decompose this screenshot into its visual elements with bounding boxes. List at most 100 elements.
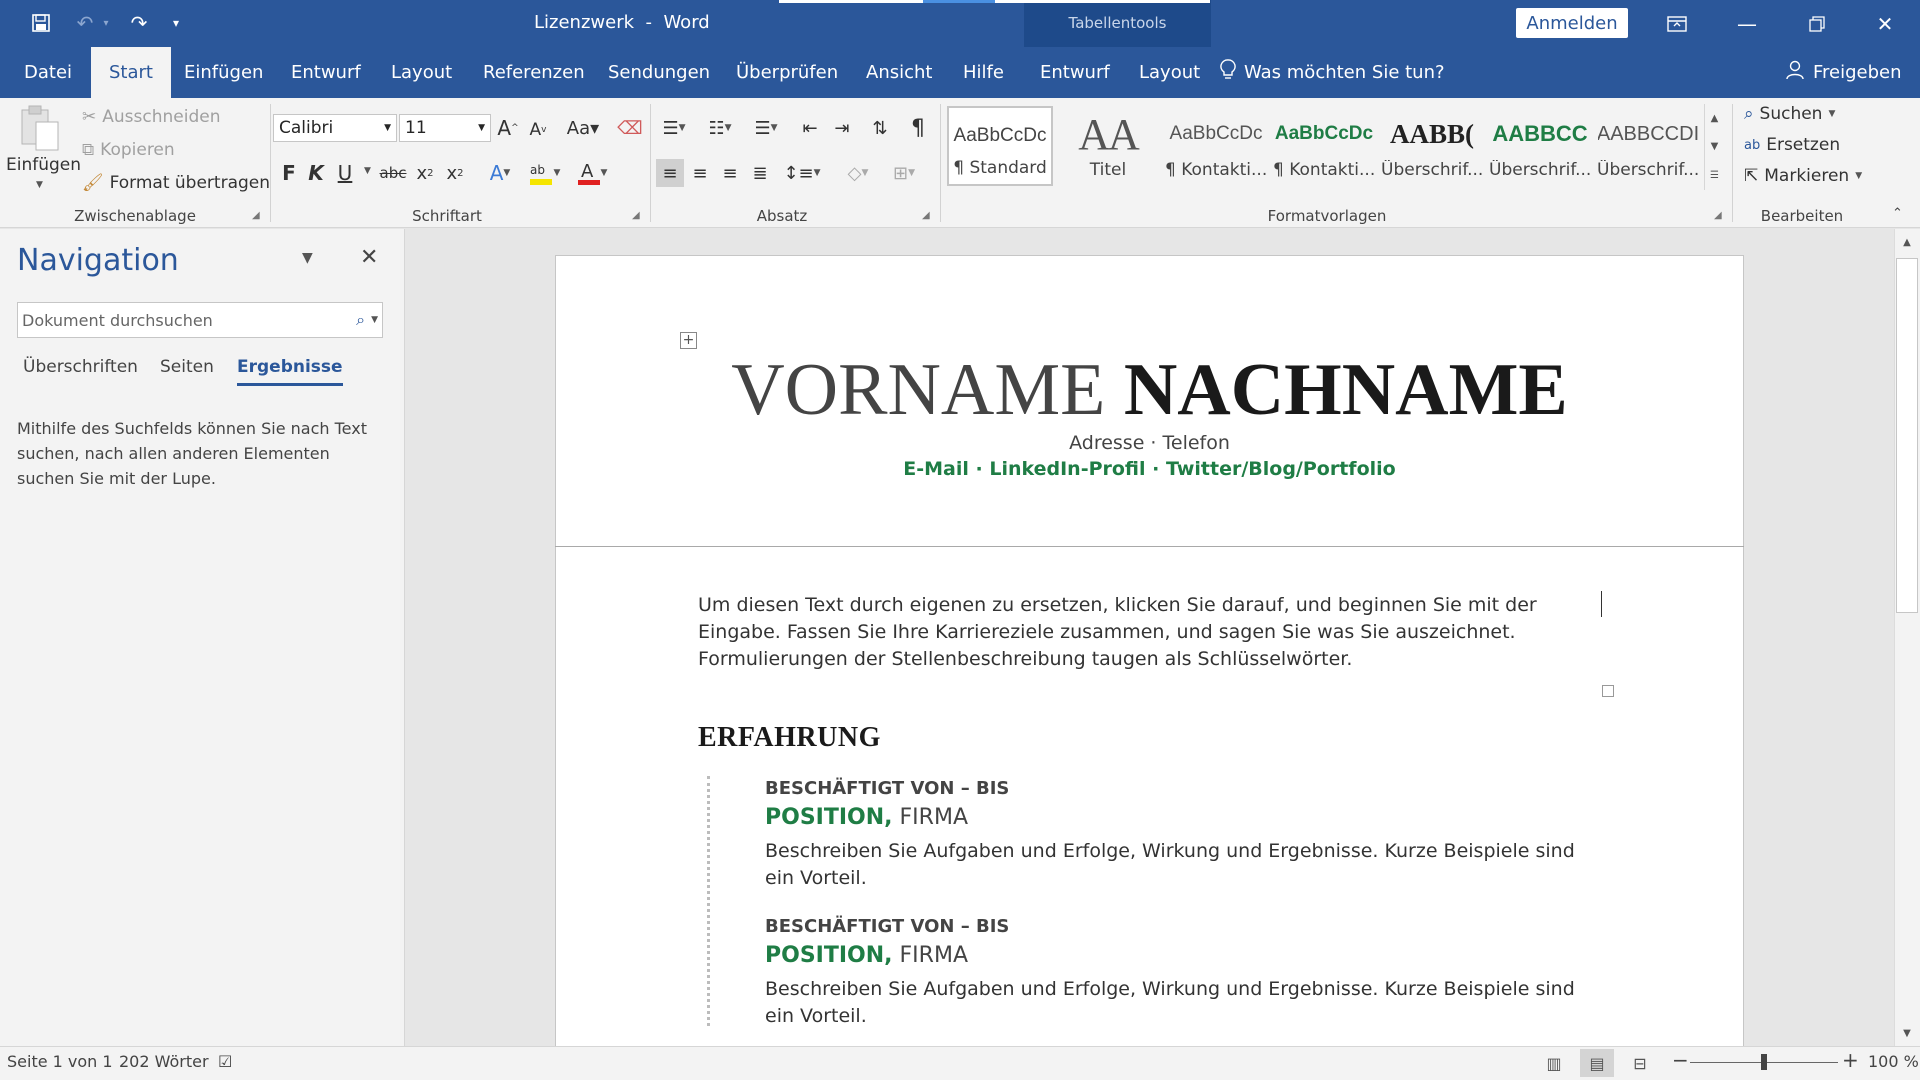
underline-button[interactable]: U — [334, 159, 356, 187]
tab-start[interactable]: Start — [91, 47, 171, 98]
bullets-icon[interactable]: ☰ ▼ — [656, 114, 692, 142]
job-dates[interactable]: BESCHÄFTIGT VON – BIS — [765, 778, 1009, 799]
tab-sendungen[interactable]: Sendungen — [594, 47, 724, 98]
borders-icon[interactable]: ⊞ ▼ — [884, 159, 924, 187]
paste-icon[interactable] — [14, 104, 66, 154]
job-position-title[interactable]: POSITION, — [765, 943, 893, 968]
job-position-title[interactable]: POSITION, — [765, 805, 893, 830]
superscript-icon[interactable]: x2 — [442, 159, 468, 187]
align-left-icon[interactable]: ≡ — [656, 159, 684, 187]
word-count[interactable]: 202 Wörter — [119, 1052, 209, 1071]
highlight-icon[interactable]: ab ▼ — [522, 159, 566, 187]
contact-address-phone[interactable]: Adresse · Telefon — [555, 432, 1744, 454]
grow-font-icon[interactable]: A ^ — [496, 114, 520, 142]
bold-button[interactable]: F — [278, 159, 300, 187]
tab-hilfe[interactable]: Hilfe — [949, 47, 1018, 98]
sign-in-button[interactable]: Anmelden — [1516, 8, 1628, 38]
navigation-options-icon[interactable]: ▼ — [302, 250, 313, 266]
multilevel-list-icon[interactable]: ☰ ▼ — [748, 114, 784, 142]
style-kontakt-1[interactable]: AaBbCcDc ¶ Kontakti... — [1163, 106, 1269, 186]
web-layout-icon[interactable]: ⊟ — [1623, 1049, 1657, 1077]
copy-button[interactable]: ⧉ Kopieren — [82, 140, 175, 160]
style-standard[interactable]: AaBbCcDc ¶ Standard — [947, 106, 1053, 186]
job-company[interactable]: FIRMA — [900, 805, 968, 830]
nav-tab-pages[interactable]: Seiten — [160, 357, 214, 383]
contact-email-links[interactable]: E-Mail · LinkedIn-Profil · Twitter/Blog/… — [555, 458, 1744, 480]
replace-button[interactable]: ab Ersetzen — [1744, 135, 1840, 155]
zoom-slider-thumb[interactable] — [1761, 1054, 1767, 1070]
style-ueberschrift-2[interactable]: AABBCC Überschrif... — [1487, 106, 1593, 186]
zoom-level[interactable]: 100 % — [1868, 1052, 1919, 1071]
style-titel[interactable]: AA Titel — [1055, 106, 1161, 186]
restore-icon[interactable] — [1784, 0, 1850, 47]
format-painter-button[interactable]: 🖌 Format übertragen — [82, 173, 270, 193]
paragraph-launcher-icon[interactable]: ◢ — [922, 210, 930, 221]
summary-paragraph[interactable]: Um diesen Text durch eigenen zu ersetzen… — [698, 592, 1568, 673]
align-center-icon[interactable]: ≡ — [686, 159, 714, 187]
scroll-up-icon[interactable]: ▲ — [1894, 231, 1920, 253]
save-icon[interactable] — [22, 8, 60, 38]
sort-icon[interactable]: ⇅ — [866, 114, 894, 142]
font-family-select[interactable]: Calibri ▼ — [273, 114, 397, 142]
line-spacing-icon[interactable]: ↕≡ ▼ — [782, 159, 822, 187]
tab-entwurf[interactable]: Entwurf — [277, 47, 375, 98]
tab-einfuegen[interactable]: Einfügen — [170, 47, 277, 98]
tab-datei[interactable]: Datei — [10, 47, 86, 98]
collapse-ribbon-icon[interactable]: ⌃ — [1892, 206, 1903, 221]
style-ueberschrift-3[interactable]: AABBCCDI Überschrif... — [1595, 106, 1701, 186]
zoom-in-icon[interactable]: + — [1842, 1048, 1859, 1072]
clipboard-launcher-icon[interactable]: ◢ — [252, 210, 260, 221]
tab-referenzen[interactable]: Referenzen — [469, 47, 599, 98]
tab-ueberpruefen[interactable]: Überprüfen — [722, 47, 852, 98]
table-resize-handle[interactable] — [1602, 685, 1614, 697]
numbering-icon[interactable]: ☷ ▼ — [702, 114, 738, 142]
increase-indent-icon[interactable]: ⇥ — [828, 114, 856, 142]
clear-formatting-icon[interactable]: ⌫ — [616, 114, 644, 142]
chevron-down-icon[interactable]: ▼ — [1711, 141, 1719, 152]
search-options-icon[interactable]: ▼ — [371, 315, 378, 325]
tab-layout[interactable]: Layout — [377, 47, 466, 98]
font-launcher-icon[interactable]: ◢ — [632, 210, 640, 221]
cut-button[interactable]: ✂ Ausschneiden — [82, 107, 220, 127]
nav-tab-headings[interactable]: Überschriften — [23, 357, 138, 383]
minimize-icon[interactable]: — — [1714, 0, 1780, 47]
share-button[interactable]: Freigeben — [1785, 47, 1902, 98]
resume-name[interactable]: VORNAME NACHNAME — [555, 345, 1744, 435]
job-company[interactable]: FIRMA — [900, 943, 968, 968]
find-button[interactable]: ⌕ Suchen ▼ — [1744, 104, 1835, 124]
experience-heading[interactable]: ERFAHRUNG — [698, 722, 881, 754]
justify-icon[interactable]: ≣ — [746, 159, 774, 187]
job-description[interactable]: Beschreiben Sie Aufgaben und Erfolge, Wi… — [765, 976, 1585, 1030]
style-kontakt-2[interactable]: AaBbCcDc ¶ Kontakti... — [1271, 106, 1377, 186]
close-icon[interactable]: ✕ — [1852, 0, 1918, 47]
styles-launcher-icon[interactable]: ◢ — [1714, 210, 1722, 221]
shrink-font-icon[interactable]: Av — [526, 116, 550, 144]
text-effects-icon[interactable]: A ▼ — [480, 159, 520, 187]
read-mode-icon[interactable]: ▥ — [1537, 1049, 1571, 1077]
search-icon[interactable]: ⌕ — [356, 310, 365, 330]
subscript-icon[interactable]: x2 — [412, 159, 438, 187]
change-case-icon[interactable]: Aa▾ — [562, 114, 604, 142]
redo-icon[interactable]: ↷ — [120, 8, 158, 38]
font-color-icon[interactable]: A ▼ — [570, 159, 614, 187]
gallery-more-icon[interactable]: ☰ — [1710, 170, 1719, 181]
tell-me-search[interactable]: Was möchten Sie tun? — [1220, 47, 1445, 98]
underline-dropdown-icon[interactable]: ▼ — [364, 166, 371, 176]
proofing-icon[interactable]: ☑ — [218, 1052, 232, 1071]
scroll-down-icon[interactable]: ▼ — [1894, 1022, 1920, 1044]
print-layout-icon[interactable]: ▤ — [1580, 1049, 1614, 1077]
font-size-select[interactable]: 11 ▼ — [399, 114, 491, 142]
nav-tab-results[interactable]: Ergebnisse — [237, 357, 343, 386]
customize-quick-access-icon[interactable]: ▾ — [164, 8, 188, 38]
job-position[interactable]: POSITION, FIRMA — [765, 805, 968, 830]
chevron-up-icon[interactable]: ▲ — [1711, 113, 1719, 124]
zoom-out-icon[interactable]: − — [1672, 1048, 1689, 1072]
styles-gallery-scroll[interactable]: ▲ ▼ ☰ — [1704, 104, 1724, 190]
job-description[interactable]: Beschreiben Sie Aufgaben und Erfolge, Wi… — [765, 838, 1585, 892]
page-count[interactable]: Seite 1 von 1 — [7, 1052, 113, 1071]
last-name[interactable]: NACHNAME — [1124, 349, 1568, 431]
show-formatting-marks-icon[interactable]: ¶ — [904, 114, 932, 142]
align-right-icon[interactable]: ≡ — [716, 159, 744, 187]
first-name[interactable]: VORNAME — [731, 349, 1105, 431]
scrollbar-thumb[interactable] — [1896, 258, 1918, 613]
